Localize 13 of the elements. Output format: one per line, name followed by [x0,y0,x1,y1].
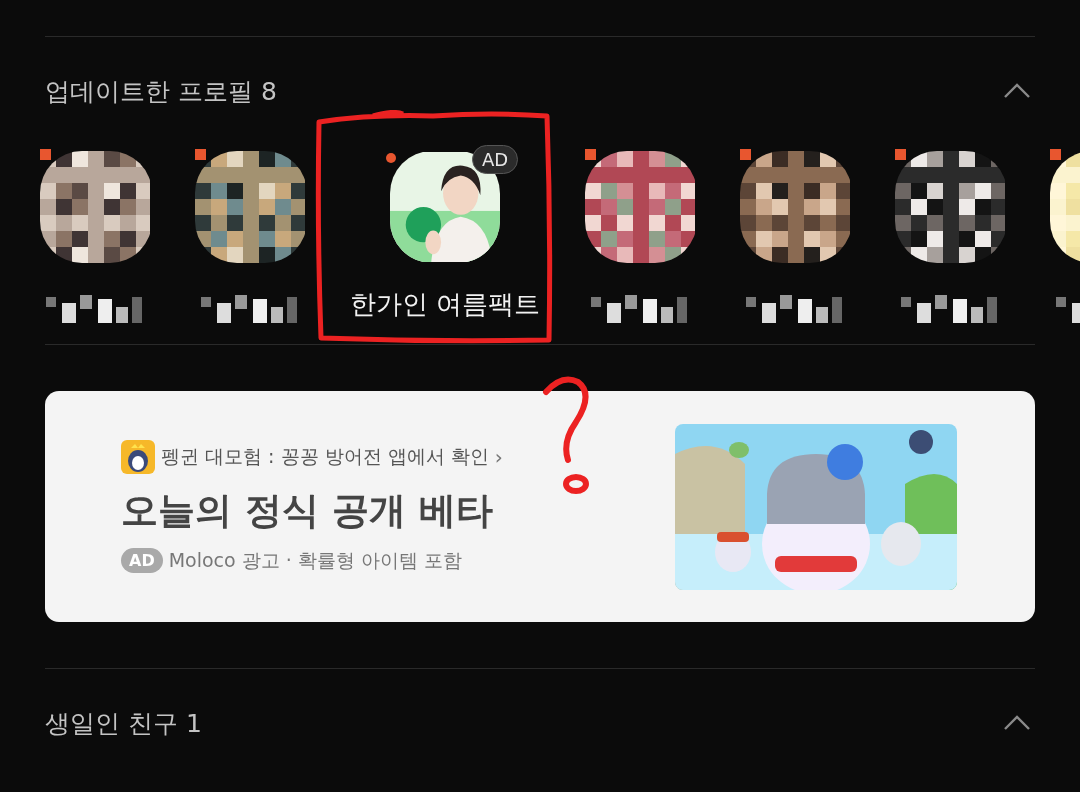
chevron-up-icon[interactable] [1003,83,1031,99]
chevron-up-icon[interactable] [1003,715,1031,731]
ad-headline: 오늘의 정식 공개 베타 [121,487,494,534]
profile-name: 한가인 여름팩트 [350,288,541,321]
ad-badge: AD [121,548,163,573]
penguin-app-icon [121,439,155,474]
app-link[interactable]: 펭귄 대모험 : 꽁꽁 방어전 앱에서 확인 [161,443,489,470]
ad-badge: AD [471,145,519,174]
ad-card[interactable]: 펭귄 대모험 : 꽁꽁 방어전 앱에서 확인 › 오늘의 정식 공개 베타 AD Moloco 광고 · 확률형 아이템 포함 [45,391,1035,622]
section-title: 생일인 친구 1 [45,707,202,740]
chevron-right[interactable]: › [494,444,503,469]
ad-meta: Moloco 광고 · 확률형 아이템 포함 [168,547,462,573]
section-title: 업데이트한 프로필 8 [45,75,277,108]
